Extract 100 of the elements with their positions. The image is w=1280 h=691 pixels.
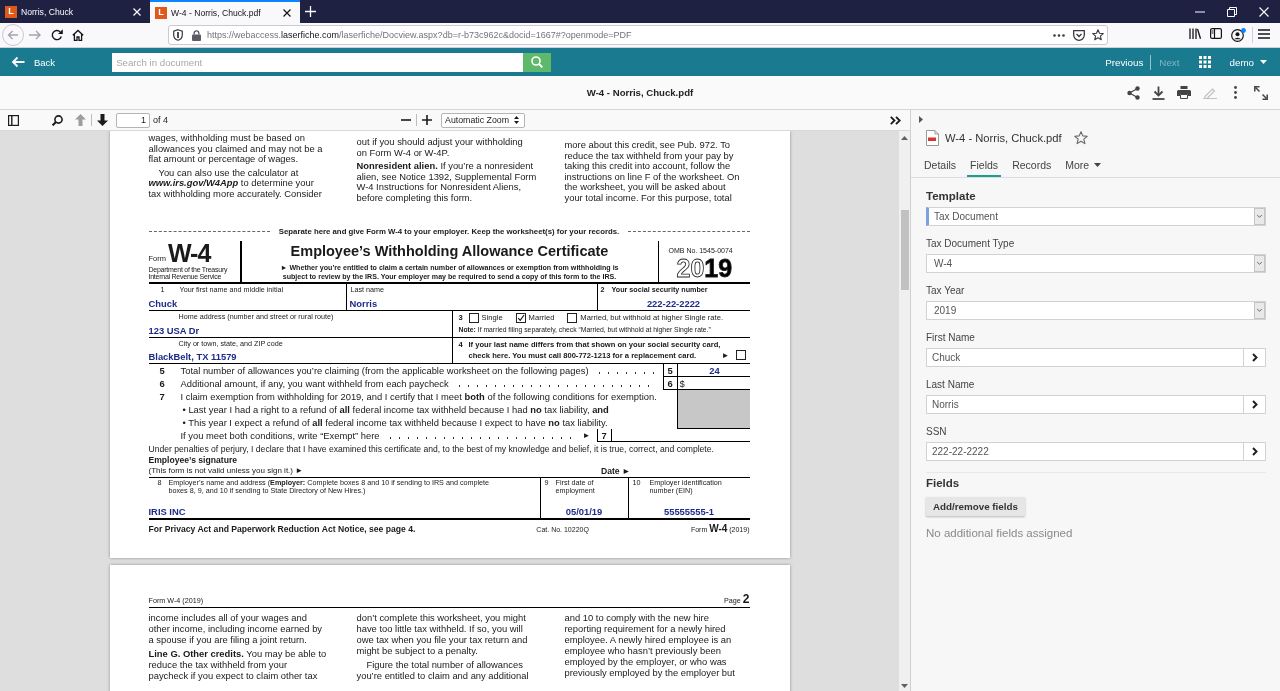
house-icon[interactable]	[72, 29, 84, 41]
search-field[interactable]: Search in document	[112, 52, 524, 72]
plus-icon[interactable]	[422, 115, 432, 125]
paragraph: don’t complete this worksheet, you might have too little tax withheld. If so, you will owe tax when you file your tax return and might be subject to a penalty.	[356, 611, 529, 656]
caret-down-icon[interactable]	[901, 684, 908, 688]
box-number: 6	[662, 376, 677, 390]
line-number: 6	[158, 376, 166, 390]
paragraph: You can also use the calculator at www.irs.gov/W4App to determine your tax withholding more accurately. Consider	[148, 167, 323, 200]
star-icon[interactable]	[1073, 131, 1088, 145]
notice-text: For Privacy Act and Paperwork Reduction Act Notice, see page 4.	[148, 522, 416, 536]
filled-value: Norris	[348, 297, 379, 310]
tab[interactable]: Details	[921, 155, 960, 177]
arrow-button[interactable]	[1244, 348, 1266, 367]
caret-down-icon	[1260, 60, 1267, 64]
circular-arrow-icon[interactable]	[51, 29, 63, 41]
download-icon[interactable]	[1152, 85, 1165, 100]
paragraph: Nonresident alien. If you’re a nonresident alien, see Notice 1392, Supplemental Form W-4 Instructions for Nonresident Aliens, before completing this form.	[356, 161, 538, 204]
section-heading: Template	[926, 189, 977, 204]
add-remove-button[interactable]: Add/remove fields	[926, 497, 1025, 516]
date-label: Date ►	[600, 465, 631, 476]
menu-icon[interactable]	[1258, 28, 1273, 42]
search-icon[interactable]	[52, 114, 63, 126]
account-icon[interactable]	[1231, 28, 1246, 42]
arrow-button[interactable]	[1244, 395, 1266, 414]
tab[interactable]: Records	[1009, 155, 1055, 177]
chevron-right-icon	[1251, 400, 1258, 409]
diagonal-arrows-icon[interactable]	[1254, 85, 1268, 100]
updown-arrows-icon	[514, 116, 519, 124]
search-button[interactable]	[523, 52, 552, 72]
bullet-text: • Last year I had a right to a refund of all federal income tax withheld because I had no tax liability, and	[181, 402, 610, 416]
menu-tab[interactable]: More	[1062, 155, 1105, 177]
paragraph: out if you should adjust your withholding on Form W-4 or W-4P.	[356, 137, 524, 159]
sidebar-icon[interactable]	[1210, 28, 1225, 42]
paragraph: Line G. Other credits. You may be able to reduce the tax withheld from your paycheck if you expect to claim other tax	[148, 647, 328, 681]
signature-label: Employee’s signature	[148, 454, 238, 466]
vertical-dots-icon[interactable]	[1234, 86, 1237, 99]
section-heading: Fields	[926, 476, 961, 491]
tab[interactable]: Fields	[967, 155, 1002, 177]
previous-link[interactable]: Previous	[1105, 56, 1144, 68]
minimize-icon[interactable]	[1195, 10, 1205, 13]
user-menu[interactable]: demo	[1229, 56, 1267, 68]
page-number-field[interactable]: 1	[116, 112, 150, 128]
declaration-text: Under penalties of perjury, I declare that I have examined this certificate and, to the best of my knowledge and belief, it is true, correct, and complete.	[148, 442, 715, 455]
pdf-file-icon	[926, 130, 939, 146]
panel-icon[interactable]	[8, 114, 19, 126]
browser-tab[interactable]: L Norris, Chuck	[0, 0, 150, 23]
filled-value: 05/01/19	[564, 505, 604, 518]
chevron-right-icon	[1251, 447, 1258, 456]
shield-icon[interactable]	[173, 29, 183, 41]
filled-value: BlackBelt, TX 11579	[148, 350, 238, 363]
line-text: I claim exemption from withholding for 2019, and I certify that I meet both of the following conditions for exemption.	[180, 389, 658, 403]
form-number: W-4	[168, 240, 211, 266]
checkbox[interactable]	[735, 349, 746, 360]
restore-icon[interactable]	[1227, 6, 1237, 17]
ellipsis-icon[interactable]	[1053, 33, 1065, 37]
caret-right-icon[interactable]	[919, 115, 923, 123]
text-field[interactable]: Norris	[926, 395, 1244, 414]
browser-tab[interactable]: L W-4 - Norris, Chuck.pdf	[150, 0, 300, 23]
arrow-left-icon	[11, 56, 25, 68]
address-field[interactable]: https://webaccess.laserfiche.com/laserfiche/Docview.aspx?db=r-b73c962c&docid=1667#?openmode=PDF	[168, 25, 1108, 45]
dropdown[interactable]: 2019	[926, 301, 1266, 320]
dropdown[interactable]: W-4	[926, 254, 1266, 273]
chevron-down-icon	[1254, 208, 1265, 225]
chevron-down-icon	[1254, 302, 1265, 319]
zoom-select[interactable]: Automatic Zoom	[441, 112, 525, 128]
pouch-icon[interactable]	[1073, 29, 1085, 41]
close-icon[interactable]	[283, 8, 291, 17]
favicon-logo: L	[5, 5, 17, 18]
line-number: 5	[158, 363, 166, 377]
form-year: 2019	[675, 254, 734, 282]
star-icon[interactable]	[1092, 29, 1104, 41]
checkbox[interactable]	[515, 312, 526, 323]
box-number: 5	[662, 363, 677, 377]
arrow-down-icon[interactable]	[97, 114, 108, 126]
arrow-button[interactable]	[1244, 442, 1266, 461]
empty-message: No additional fields assigned	[926, 527, 1074, 539]
back-button[interactable]: Back	[11, 52, 56, 72]
scrollbar-thumb[interactable]	[900, 210, 909, 290]
printer-icon[interactable]	[1177, 86, 1191, 99]
share-icon[interactable]	[1127, 85, 1140, 100]
field-label: Tax Document Type	[926, 237, 1016, 250]
line-text: If you meet both conditions, write “Exempt” here	[180, 428, 380, 442]
lock-icon[interactable]	[192, 29, 201, 41]
text-field[interactable]: 222-22-2222	[926, 442, 1244, 461]
form-title: Employee’s Withholding Allowance Certificate	[290, 241, 609, 261]
scrollbar[interactable]	[899, 131, 910, 691]
double-chevron-icon[interactable]	[890, 115, 901, 125]
checkbox[interactable]	[468, 312, 479, 323]
text-field[interactable]: Chuck	[926, 348, 1244, 367]
books-icon[interactable]	[1189, 28, 1204, 42]
grid-icon[interactable]	[1199, 56, 1212, 68]
dropdown[interactable]: Tax Document	[926, 207, 1266, 226]
filled-value: 55555555-1	[662, 505, 716, 518]
search-icon	[531, 56, 544, 68]
paragraph: Figure the total number of allowances you’re entitled to claim and any additional	[356, 658, 530, 681]
checkbox[interactable]	[567, 312, 578, 323]
filled-value: IRIS INC	[148, 505, 187, 518]
caret-up-icon[interactable]	[901, 136, 908, 140]
answer-box: 24	[676, 363, 750, 377]
line-text: Total number of allowances you’re claiming (from the applicable worksheet on the following pages)	[180, 363, 589, 377]
